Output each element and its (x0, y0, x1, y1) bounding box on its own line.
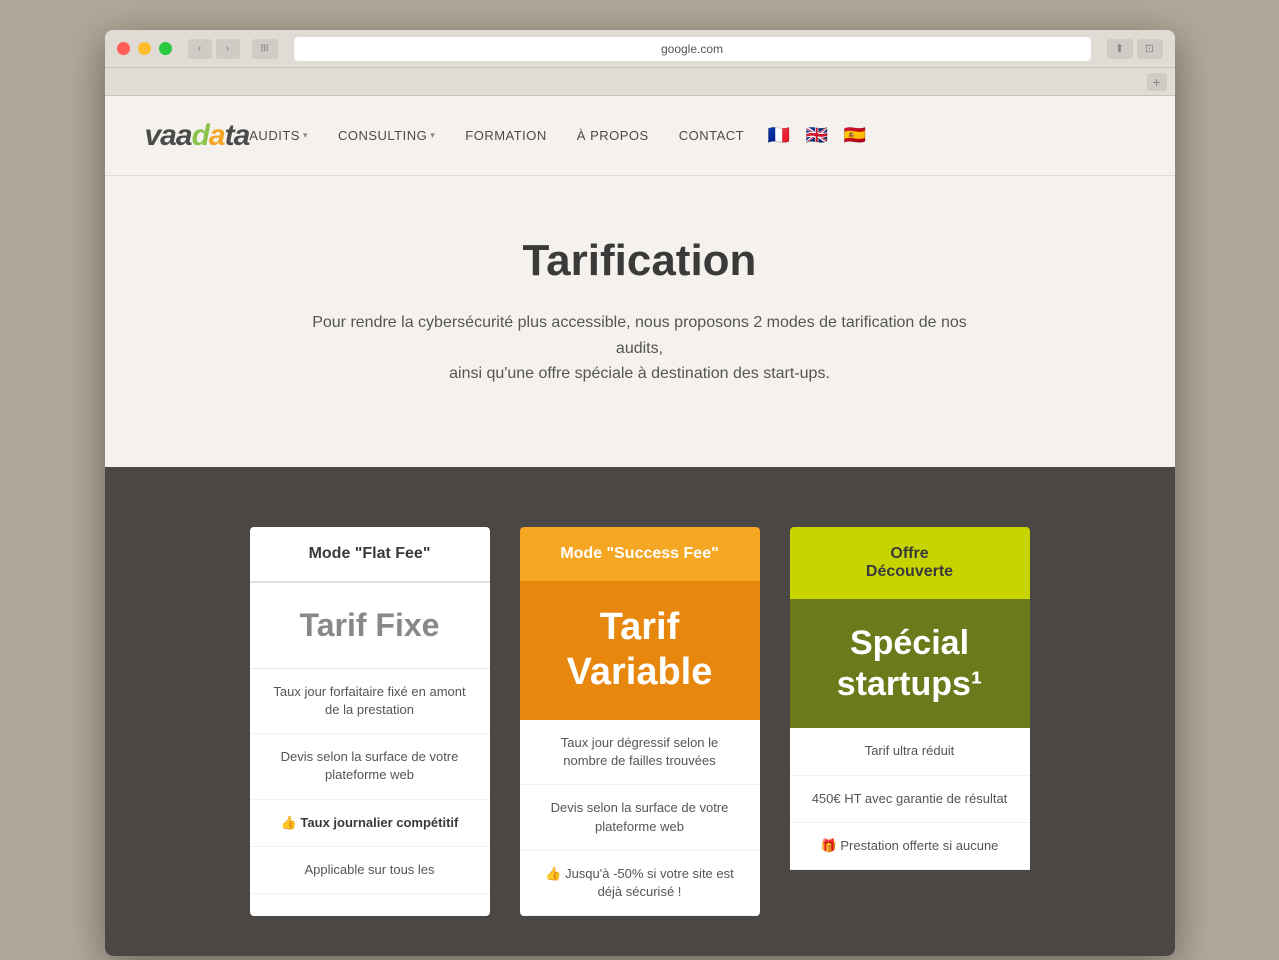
fullscreen-button[interactable]: ⊡ (1137, 39, 1163, 59)
nav-link-audits[interactable]: AUDITS ▾ (249, 128, 308, 143)
flat-fee-header: Mode "Flat Fee" (250, 527, 490, 583)
flat-fee-feature-3: 👍 Taux journalier compétitif (250, 800, 490, 847)
tab-bar: + (105, 68, 1175, 96)
flat-fee-feature-2: Devis selon la surface de votre platefor… (250, 734, 490, 799)
flag-english[interactable]: 🇬🇧 (802, 121, 832, 151)
hero-section: Tarification Pour rendre la cybersécurit… (105, 176, 1175, 467)
address-bar[interactable]: google.com (294, 37, 1091, 61)
new-tab-button[interactable]: + (1147, 73, 1167, 91)
language-flags: 🇫🇷 🇬🇧 🇪🇸 (764, 121, 870, 151)
nav-item-consulting[interactable]: CONSULTING ▾ (338, 128, 435, 143)
decouverte-feature-3: 🎁 Prestation offerte si aucune (790, 823, 1030, 870)
share-button[interactable]: ⬆ (1107, 39, 1133, 59)
success-fee-header: Mode "Success Fee" (520, 527, 760, 581)
nav-link-apropos[interactable]: À PROPOS (577, 128, 649, 143)
dropdown-arrow-audits: ▾ (303, 130, 308, 141)
nav-item-contact[interactable]: CONTACT (679, 128, 744, 143)
nav-item-apropos[interactable]: À PROPOS (577, 128, 649, 143)
pricing-card-success-fee: Mode "Success Fee" Tarif Variable Taux j… (520, 527, 760, 916)
website-content: vaadata AUDITS ▾ CONSULTING ▾ (105, 96, 1175, 956)
nav-link-formation[interactable]: FORMATION (465, 128, 547, 143)
minimize-button[interactable] (138, 42, 151, 55)
close-button[interactable] (117, 42, 130, 55)
nav-item-audits[interactable]: AUDITS ▾ (249, 128, 308, 143)
success-fee-body: Tarif Variable (520, 581, 760, 720)
flat-fee-title: Tarif Fixe (250, 583, 490, 669)
nav-links-list: AUDITS ▾ CONSULTING ▾ FORMATION (249, 128, 744, 143)
hero-subtitle: Pour rendre la cybersécurité plus access… (290, 310, 990, 387)
success-fee-title: Tarif Variable (540, 605, 740, 696)
dropdown-arrow-consulting: ▾ (430, 130, 435, 141)
flat-fee-feature-4: Applicable sur tous les (250, 847, 490, 894)
pricing-card-flat-fee: Mode "Flat Fee" Tarif Fixe Taux jour for… (250, 527, 490, 916)
decouverte-feature-1: Tarif ultra réduit (790, 728, 1030, 775)
success-fee-feature-3: 👍 Jusqu'à -50% si votre site est déjà sé… (520, 851, 760, 916)
decouverte-features: Tarif ultra réduit 450€ HT avec garantie… (790, 728, 1030, 870)
url-text: google.com (661, 42, 723, 56)
tab-overview-button[interactable]: ⊞ (252, 39, 278, 59)
browser-action-buttons: ⬆ ⊡ (1107, 39, 1163, 59)
success-fee-features: Taux jour dégressif selon le nombre de f… (520, 720, 760, 916)
decouverte-body: Spécial startups¹ (790, 599, 1030, 729)
maximize-button[interactable] (159, 42, 172, 55)
pricing-card-decouverte: Offre Découverte Spécial startups¹ Tarif… (790, 527, 1030, 916)
forward-button[interactable]: › (216, 39, 240, 59)
decouverte-feature-2: 450€ HT avec garantie de résultat (790, 776, 1030, 823)
browser-window: ‹ › ⊞ google.com ⬆ ⊡ + vaadata (105, 30, 1175, 956)
nav-link-consulting[interactable]: CONSULTING ▾ (338, 128, 435, 143)
nav-buttons: ‹ › (188, 39, 240, 59)
nav-item-formation[interactable]: FORMATION (465, 128, 547, 143)
page-title: Tarification (145, 236, 1135, 286)
nav-link-contact[interactable]: CONTACT (679, 128, 744, 143)
site-logo[interactable]: vaadata (145, 119, 250, 153)
flat-fee-feature-1: Taux jour forfaitaire fixé en amont de l… (250, 669, 490, 734)
decouverte-header: Offre Découverte (790, 527, 1030, 599)
decouverte-title: Spécial startups¹ (810, 623, 1010, 705)
logo-text: vaadata (145, 119, 250, 153)
flag-spanish[interactable]: 🇪🇸 (840, 121, 870, 151)
success-fee-feature-2: Devis selon la surface de votre platefor… (520, 785, 760, 850)
browser-titlebar: ‹ › ⊞ google.com ⬆ ⊡ (105, 30, 1175, 68)
flag-french[interactable]: 🇫🇷 (764, 121, 794, 151)
flat-fee-features: Taux jour forfaitaire fixé en amont de l… (250, 669, 490, 894)
success-fee-feature-1: Taux jour dégressif selon le nombre de f… (520, 720, 760, 785)
back-button[interactable]: ‹ (188, 39, 212, 59)
pricing-section: Mode "Flat Fee" Tarif Fixe Taux jour for… (105, 467, 1175, 956)
main-navigation: vaadata AUDITS ▾ CONSULTING ▾ (105, 96, 1175, 176)
